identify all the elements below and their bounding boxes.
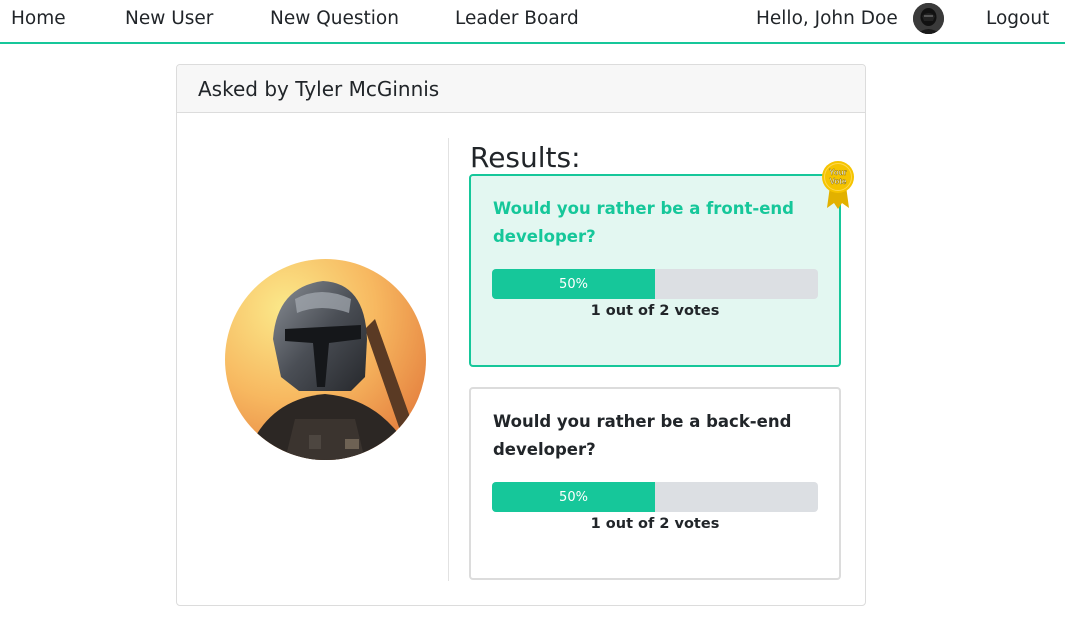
option-card: Would you rather be a back-end developer…: [469, 387, 841, 580]
navbar: Home New User New Question Leader Board …: [0, 0, 1065, 44]
results-title: Results:: [470, 141, 581, 174]
vote-count: 1 out of 2 votes: [590, 516, 720, 532]
nav-logout-link[interactable]: Logout: [986, 8, 1049, 29]
badge-line1: Your: [829, 168, 847, 177]
option-text: Would you rather be a front-end develope…: [493, 199, 794, 246]
progress-fill: 50%: [492, 482, 655, 512]
badge-line2: Vote: [830, 177, 847, 186]
option-text: Would you rather be a back-end developer…: [493, 412, 792, 459]
vote-count: 1 out of 2 votes: [590, 303, 720, 319]
nav-new-user-link[interactable]: New User: [125, 8, 213, 29]
asked-by-title: Asked by Tyler McGinnis: [198, 77, 440, 101]
progress-bar: 50%: [492, 482, 818, 512]
author-avatar: [225, 259, 426, 460]
card-header: Asked by Tyler McGinnis: [177, 65, 865, 113]
ribbon-badge-icon: Your Vote: [822, 161, 854, 209]
nav-home-link[interactable]: Home: [11, 8, 66, 29]
question-card: Asked by Tyler McGinnis Results: Would y…: [176, 64, 866, 606]
user-avatar: [913, 3, 944, 34]
progress-bar: 50%: [492, 269, 818, 299]
user-greeting: Hello, John Doe: [756, 8, 898, 29]
progress-fill: 50%: [492, 269, 655, 299]
nav-leader-board-link[interactable]: Leader Board: [455, 8, 579, 29]
your-vote-badge: Your Vote: [821, 160, 855, 210]
author-avatar-image: [225, 259, 426, 460]
option-card-user-vote: Would you rather be a front-end develope…: [469, 174, 841, 367]
nav-new-question-link[interactable]: New Question: [270, 8, 399, 29]
vertical-divider: [448, 138, 449, 581]
user-avatar-image: [913, 3, 944, 34]
